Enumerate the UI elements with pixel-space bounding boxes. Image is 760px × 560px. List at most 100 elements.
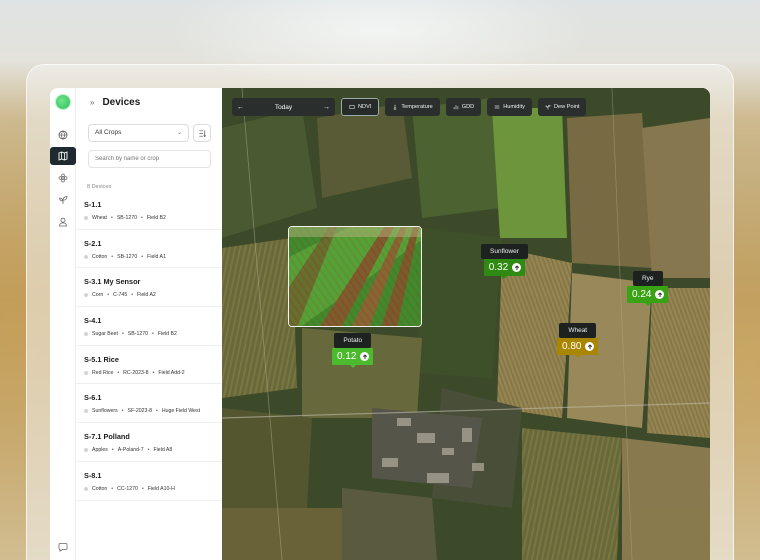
crop-filter-select[interactable]: All Crops ⌄ — [88, 124, 189, 142]
field-photo[interactable] — [288, 226, 422, 327]
marker-value-badge: 0.32 — [483, 259, 526, 276]
marker-label: Rye — [632, 271, 663, 286]
marker-rye[interactable]: Rye 0.24 — [627, 271, 669, 306]
search-input[interactable] — [88, 150, 211, 168]
device-field: Field A10-H — [147, 485, 175, 492]
device-list-item[interactable]: S-3.1 My Sensor Corn • C-745 • Field A2 — [76, 268, 222, 308]
device-crop: Red Rice — [92, 369, 114, 376]
marker-value-badge: 0.80 — [557, 338, 599, 355]
device-name: S-8.1 — [84, 470, 102, 480]
status-dot — [84, 370, 88, 375]
app-window: » Devices All Crops ⌄ 8 Devices S-1.1 Whe… — [50, 88, 710, 560]
device-sensor: SF-2023-8 — [127, 408, 153, 415]
sort-filter-button[interactable] — [193, 124, 211, 142]
marker-sunflower[interactable]: Sunflower 0.32 — [481, 244, 528, 279]
device-count: 8 Devices — [87, 184, 112, 190]
logo-icon[interactable] — [56, 95, 70, 109]
status-dot — [84, 332, 88, 337]
marker-pointer — [644, 303, 651, 306]
status-dot — [84, 409, 88, 414]
device-list-item[interactable]: S-4.1 Sugar Beet • SB-1270 • Field B2 — [76, 307, 222, 346]
status-dot — [84, 293, 88, 298]
device-name: S-6.1 — [84, 393, 102, 403]
arrow-up-icon — [360, 352, 370, 361]
separator-dot: • — [121, 331, 124, 338]
device-list-item[interactable]: S-5.1 Rice Red Rice • RC-2023-8 • Field Add-2 — [76, 346, 222, 385]
separator-dot: • — [141, 253, 144, 260]
separator-dot: • — [111, 485, 114, 492]
next-day-button[interactable]: → — [323, 104, 330, 111]
device-meta: Cotton • SB-1270 • Field A1 — [84, 254, 222, 260]
separator-dot: • — [131, 292, 134, 299]
flower-icon[interactable] — [53, 169, 73, 187]
thermometer-icon — [394, 104, 397, 110]
device-list-item[interactable]: S-6.1 Sunflowers • SF-2023-8 • Huge Field Wes… — [76, 384, 222, 424]
layer-label: Dew Point — [553, 104, 580, 110]
marker-label: Sunflower — [481, 244, 528, 259]
previous-day-button[interactable]: ← — [237, 104, 244, 111]
marker-wheat[interactable]: Wheat 0.80 — [557, 323, 599, 358]
device-meta: Corn • C-745 • Field A2 — [84, 292, 222, 298]
devices-sidebar: » Devices All Crops ⌄ 8 Devices S-1.1 Whe… — [76, 88, 222, 560]
device-list: S-1.1 Wheat • SB-1270 • Field B2 S-2.1 Cotton • S… — [76, 191, 222, 501]
layer-temperature-button[interactable]: Temperature — [385, 98, 440, 116]
separator-dot: • — [141, 215, 143, 221]
sprout-icon[interactable] — [53, 191, 73, 209]
layer-label: NDVI — [358, 104, 372, 110]
marker-label: Wheat — [559, 323, 597, 338]
satellite-map[interactable]: ← Today → NDVI Temperature GDD Humidity — [222, 88, 710, 560]
layer-dew-point-button[interactable]: Dew Point — [537, 98, 587, 116]
collapse-icon[interactable]: » — [90, 98, 95, 107]
device-sensor: SB-1270 — [117, 253, 138, 260]
device-list-item[interactable]: S-7.1 Polland Apples • A-Poland-7 • Field A8 — [76, 423, 222, 462]
globe-icon[interactable] — [53, 126, 73, 144]
device-sensor: SB-1270 — [127, 331, 148, 338]
layer-ndvi-button[interactable]: NDVI — [341, 98, 380, 116]
layer-gdd-button[interactable]: GDD — [445, 98, 482, 116]
user-icon[interactable] — [53, 213, 73, 231]
layer-humidity-button[interactable]: Humidity — [487, 98, 532, 116]
date-label: Today — [274, 103, 293, 111]
map-icon[interactable] — [50, 147, 76, 165]
device-crop: Cotton — [92, 253, 108, 260]
device-field: Huge Field West — [161, 408, 201, 415]
status-dot — [84, 216, 88, 220]
device-meta: Wheat • SB-1270 • Field B2 — [84, 215, 222, 221]
device-name: S-3.1 My Sensor — [84, 277, 141, 287]
status-dot — [84, 254, 88, 259]
device-name: S-1.1 — [84, 200, 102, 209]
satellite-icon — [349, 105, 355, 109]
layer-label: Humidity — [503, 104, 525, 110]
device-sensor: RC-2023-8 — [123, 369, 149, 376]
icon-rail — [50, 88, 76, 560]
device-meta: Sugar Beet • SB-1270 • Field B2 — [84, 331, 222, 337]
status-dot — [84, 486, 88, 491]
arrow-up-icon — [655, 290, 665, 299]
marker-label: Potato — [334, 333, 372, 348]
arrow-up-icon — [585, 342, 595, 351]
chat-icon[interactable] — [58, 539, 68, 552]
marker-pointer — [349, 365, 356, 368]
device-list-item[interactable]: S-2.1 Cotton • SB-1270 • Field A1 — [76, 230, 222, 269]
sort-icon — [198, 129, 206, 137]
device-sensor: A-Poland-7 — [117, 447, 144, 454]
separator-dot: • — [111, 447, 114, 454]
device-name: S-4.1 — [84, 316, 102, 326]
crop-filter-value: All Crops — [95, 129, 122, 136]
marker-value: 0.80 — [562, 341, 582, 352]
arrow-up-icon — [512, 263, 522, 272]
marker-value-badge: 0.24 — [627, 286, 669, 303]
status-dot — [84, 448, 88, 453]
bar-chart-icon — [453, 105, 458, 110]
separator-dot: • — [152, 331, 154, 338]
separator-dot: • — [121, 408, 124, 415]
marker-pointer — [501, 276, 508, 279]
marker-value-badge: 0.12 — [332, 348, 374, 365]
device-list-item[interactable]: S-1.1 Wheat • SB-1270 • Field B2 — [76, 191, 222, 230]
device-field: Field A2 — [137, 292, 156, 299]
marker-potato[interactable]: Potato 0.12 — [332, 333, 374, 368]
sidebar-title: Devices — [102, 97, 141, 108]
device-list-item[interactable]: S-8.1 Cotton • CC-1270 • Field A10-H — [76, 462, 222, 501]
marker-value: 0.32 — [488, 262, 509, 273]
separator-dot: • — [147, 447, 150, 454]
